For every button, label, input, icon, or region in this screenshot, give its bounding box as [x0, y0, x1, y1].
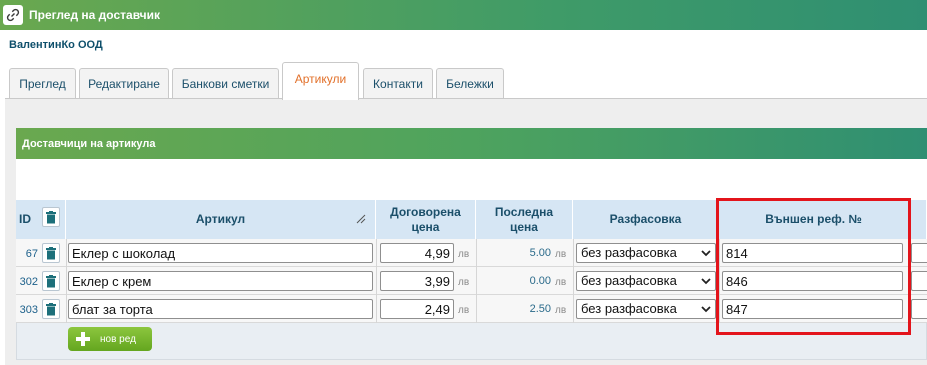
section-toolbar-area: [16, 159, 927, 200]
last-price-value: 2.50: [529, 303, 551, 315]
resize-grip-icon[interactable]: [356, 214, 366, 224]
article-input[interactable]: [68, 271, 373, 291]
extra-field[interactable]: [911, 271, 927, 291]
column-divider: [573, 239, 574, 323]
agreed-price-input[interactable]: [380, 243, 454, 263]
window-titlebar: Преглед на доставчик: [0, 0, 927, 30]
agreed-price-input[interactable]: [380, 299, 454, 319]
chevron-down-icon: [701, 306, 711, 313]
currency-unit: лв: [458, 277, 470, 288]
column-header-article: Артикул: [66, 200, 376, 239]
row-id: 302: [19, 276, 38, 288]
column-divider: [66, 239, 67, 323]
delete-all-trash-icon[interactable]: [42, 207, 60, 227]
currency-unit: лв: [458, 305, 470, 316]
tab-overview[interactable]: Преглед: [9, 68, 76, 99]
column-divider: [376, 239, 377, 323]
new-row-button[interactable]: нов ред: [68, 327, 152, 351]
column-header-packaging: Разфасовка: [573, 200, 719, 239]
tab-notes[interactable]: Бележки: [436, 68, 504, 99]
delete-row-trash-icon[interactable]: [42, 243, 60, 263]
currency-unit: лв: [555, 305, 567, 316]
delete-row-trash-icon[interactable]: [42, 271, 60, 291]
column-header-last-price: Последна цена: [476, 200, 573, 239]
tab-articles[interactable]: Артикули: [282, 62, 359, 100]
company-name: ВалентинКо ООД: [9, 39, 103, 51]
tab-contacts[interactable]: Контакти: [363, 68, 433, 99]
row-id: 67: [25, 248, 38, 260]
article-input[interactable]: [68, 299, 373, 319]
column-header-extra: [909, 200, 927, 239]
row-id: 303: [19, 304, 38, 316]
packaging-select[interactable]: без разфасовка: [576, 243, 716, 263]
column-divider: [719, 239, 720, 323]
currency-unit: лв: [458, 249, 470, 260]
extra-field[interactable]: [911, 299, 927, 319]
packaging-select[interactable]: без разфасовка: [576, 299, 716, 319]
external-ref-input[interactable]: [722, 299, 903, 319]
external-ref-input[interactable]: [722, 243, 903, 263]
external-ref-input[interactable]: [722, 271, 903, 291]
chevron-down-icon: [701, 250, 711, 257]
column-header-agreed-price: Договорена цена: [376, 200, 476, 239]
currency-unit: лв: [555, 249, 567, 260]
column-divider: [476, 239, 477, 323]
column-divider: [909, 239, 910, 323]
delete-row-trash-icon[interactable]: [42, 299, 60, 319]
column-header-external-ref: Външен реф. №: [719, 200, 909, 239]
tab-edit[interactable]: Редактиране: [79, 68, 169, 99]
last-price-value: 0.00: [529, 275, 551, 287]
currency-unit: лв: [555, 277, 567, 288]
link-icon: [3, 5, 23, 25]
section-title: Доставчици на артикула: [16, 128, 927, 159]
extra-field[interactable]: [911, 243, 927, 263]
last-price-value: 5.00: [529, 247, 551, 259]
plus-icon: [76, 332, 90, 346]
agreed-price-input[interactable]: [380, 271, 454, 291]
tab-bank-accounts[interactable]: Банкови сметки: [172, 68, 279, 99]
window-title: Преглед на доставчик: [29, 8, 160, 22]
packaging-select[interactable]: без разфасовка: [576, 271, 716, 291]
chevron-down-icon: [701, 278, 711, 285]
article-input[interactable]: [68, 243, 373, 263]
